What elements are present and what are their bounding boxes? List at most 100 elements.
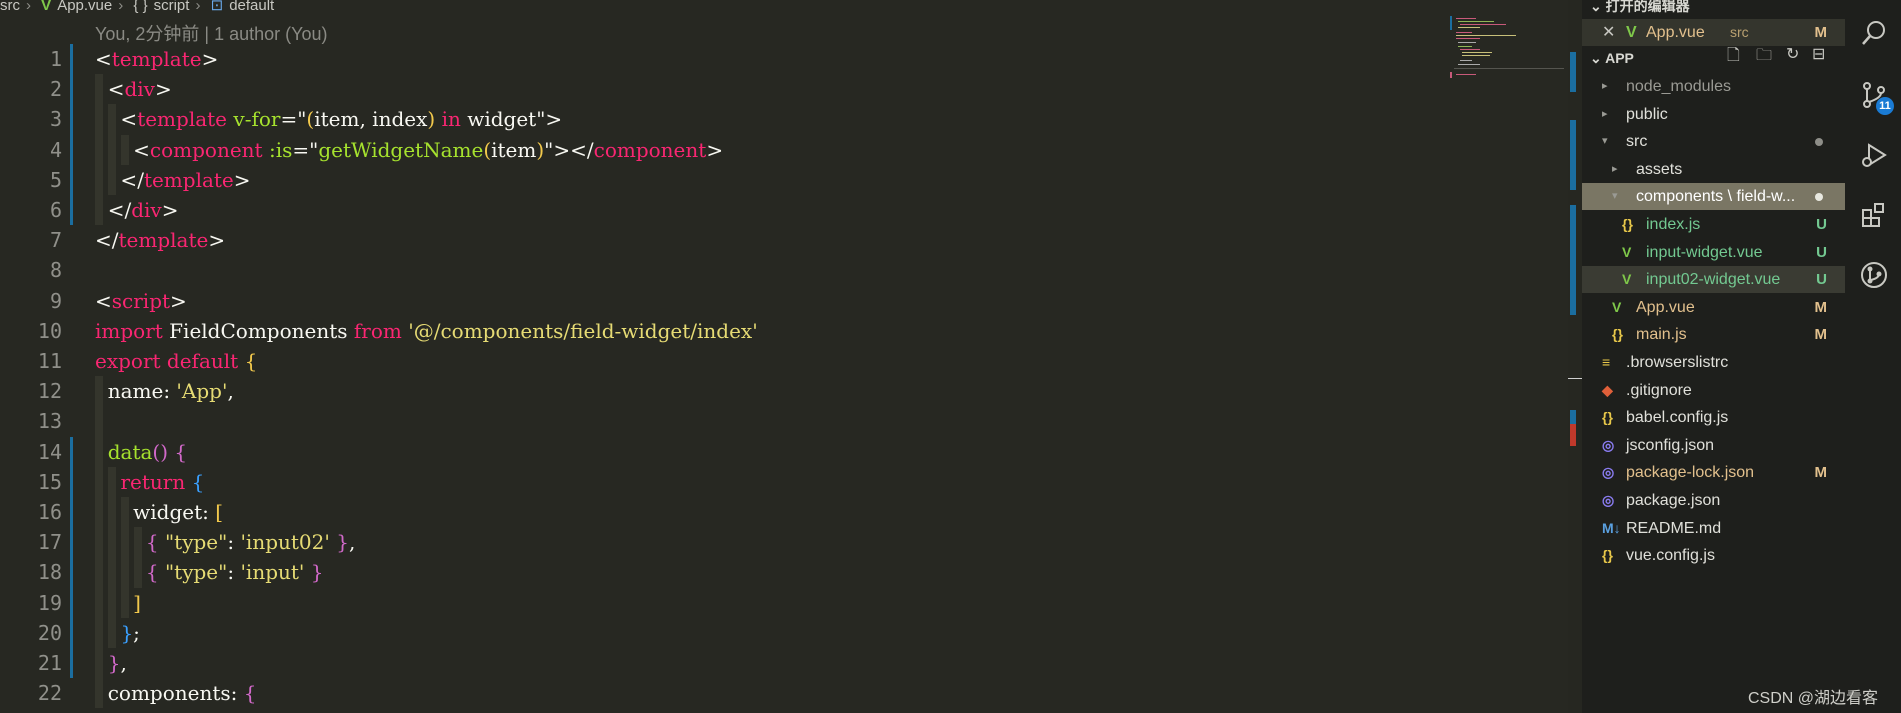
code-line[interactable]: 10 import FieldComponents from '@/compone… <box>0 316 1560 346</box>
code-text: <template v-for="(item, index) in widget… <box>95 104 562 134</box>
breadcrumb-default[interactable]: default <box>229 0 274 14</box>
new-folder-icon[interactable]: 🗀 <box>1756 44 1772 71</box>
code-line[interactable]: 8 <box>0 255 1560 285</box>
code-line[interactable]: 15 return { <box>0 467 1560 497</box>
code-token: { <box>243 681 257 706</box>
code-line[interactable]: 9 <script> <box>0 286 1560 316</box>
code-token: < <box>95 47 112 71</box>
tree-item[interactable]: ◎ jsconfig.json <box>1582 432 1845 459</box>
code-token: } <box>336 530 349 555</box>
close-icon[interactable]: ✕ <box>1602 19 1615 46</box>
code-line[interactable]: 3 <template v-for="(item, index) in widg… <box>0 104 1560 134</box>
code-editor[interactable]: 1 <template> 2 <div> 3 <template v-for="(it… <box>0 44 1560 713</box>
code-line[interactable]: 12 name: 'App', <box>0 376 1560 406</box>
tree-item-label: index.js <box>1646 216 1701 233</box>
tree-item[interactable]: {} vue.config.js <box>1582 542 1845 569</box>
code-token: template <box>111 47 202 71</box>
code-line[interactable]: 20 }; <box>0 618 1560 648</box>
git-status-badge: U <box>1816 243 1827 261</box>
chevron-right-icon: › <box>26 0 31 14</box>
code-token: { <box>174 439 188 464</box>
code-line[interactable]: 6 </div> <box>0 195 1560 225</box>
tree-item[interactable]: Vinput02-widget.vue U <box>1582 266 1845 294</box>
tree-item-label: .gitignore <box>1626 381 1692 399</box>
breadcrumb-src[interactable]: src <box>0 0 20 14</box>
code-text: <template> <box>95 44 218 74</box>
code-line[interactable]: 17 { "type": 'input02' }, <box>0 527 1560 557</box>
tree-item[interactable]: {} main.js M <box>1582 321 1845 348</box>
js-file-icon: {} <box>1602 547 1613 564</box>
gitlens-icon[interactable] <box>1859 260 1889 290</box>
code-token: components: <box>95 681 244 706</box>
tree-item[interactable]: ▸ public <box>1582 101 1845 128</box>
tree-item[interactable]: ◎ package.json <box>1582 487 1845 514</box>
modified-dot <box>1815 193 1823 202</box>
tree-item[interactable]: {} index.js U <box>1582 211 1845 238</box>
git-status-badge: M <box>1814 326 1828 344</box>
tree-item[interactable]: ◎ package-lock.json M <box>1582 459 1845 486</box>
code-line[interactable]: 18 { "type": 'input' } <box>0 557 1560 587</box>
tree-item[interactable]: Vinput-widget.vue U <box>1582 239 1845 266</box>
tree-item[interactable]: ▾ components \ field-w... <box>1582 183 1845 211</box>
code-line[interactable]: 5 </template> <box>0 165 1560 195</box>
code-line[interactable]: 2 <div> <box>0 74 1560 104</box>
tree-item[interactable]: V App.vue M <box>1582 294 1845 321</box>
code-token: div <box>124 77 155 102</box>
refresh-icon[interactable]: ↻ <box>1786 44 1799 64</box>
open-editor-item[interactable]: ✕ V App.vue src M <box>1582 19 1845 46</box>
code-token: item <box>491 137 537 162</box>
code-token: from <box>353 318 402 343</box>
breadcrumb-script[interactable]: script <box>154 0 190 14</box>
git-blame-info[interactable]: You, 2分钟前 | 1 author (You) <box>95 20 327 46</box>
code-line[interactable]: 22 components: { <box>0 678 1560 708</box>
code-token: : <box>227 530 241 555</box>
code-line[interactable]: 19 ] <box>0 588 1560 618</box>
code-token: item, index <box>314 107 428 132</box>
line-number: 5 <box>49 167 62 192</box>
code-line[interactable]: 11 export default { <box>0 346 1560 376</box>
code-line[interactable]: 14 data() { <box>0 437 1560 467</box>
tree-item[interactable]: ≡ .browserslistrc <box>1582 349 1845 376</box>
breadcrumb-file[interactable]: App.vue <box>57 0 112 14</box>
collapse-all-icon[interactable]: ⊟ <box>1812 44 1825 64</box>
new-file-icon[interactable]: 🗋 <box>1727 44 1740 71</box>
code-token: template <box>143 167 234 192</box>
tree-item[interactable]: ▸ assets <box>1582 156 1845 183</box>
search-icon[interactable] <box>1859 18 1889 48</box>
code-line[interactable]: 1 <template> <box>0 44 1560 74</box>
tree-item[interactable]: ◆ .gitignore <box>1582 377 1845 404</box>
code-token: export default <box>95 349 239 373</box>
code-text: ] <box>95 588 141 618</box>
tree-item-label: App.vue <box>1636 298 1695 316</box>
project-header[interactable]: ⌄ APP <box>1590 50 1634 67</box>
tree-item[interactable]: ▾ src <box>1582 128 1845 155</box>
run-debug-icon[interactable] <box>1859 140 1889 170</box>
code-token: > <box>208 228 226 253</box>
line-number: 18 <box>37 560 62 585</box>
code-line[interactable]: 16 widget: [ <box>0 497 1560 527</box>
extensions-icon[interactable] <box>1859 200 1889 230</box>
code-token: > <box>170 288 187 313</box>
tree-item[interactable]: {} babel.config.js <box>1582 404 1845 431</box>
tree-item[interactable]: M↓ README.md <box>1582 515 1845 542</box>
code-token: , <box>348 530 356 555</box>
open-editors-header[interactable]: ⌄ 打开的编辑器 <box>1590 0 1690 16</box>
code-line[interactable]: 13 <box>0 406 1560 436</box>
code-line[interactable]: 4 <component :is="getWidgetName(item)"><… <box>0 135 1560 165</box>
folder-collapsed-icon: ▸ <box>1602 80 1608 92</box>
code-token: > <box>161 198 179 222</box>
code-line[interactable]: 21 }, <box>0 648 1560 678</box>
minimap[interactable] <box>1450 16 1570 96</box>
tree-item[interactable]: ▸ node_modules <box>1582 73 1845 100</box>
vue-file-icon: V <box>1622 271 1632 288</box>
code-token: , <box>227 379 234 404</box>
code-token: , <box>120 651 127 675</box>
code-token: component <box>149 137 263 162</box>
code-line[interactable]: 7 </template> <box>0 225 1560 255</box>
editor-scrollbar[interactable] <box>1568 0 1582 713</box>
tree-item-label: assets <box>1636 160 1683 178</box>
code-text: { "type": 'input02' }, <box>95 527 355 557</box>
